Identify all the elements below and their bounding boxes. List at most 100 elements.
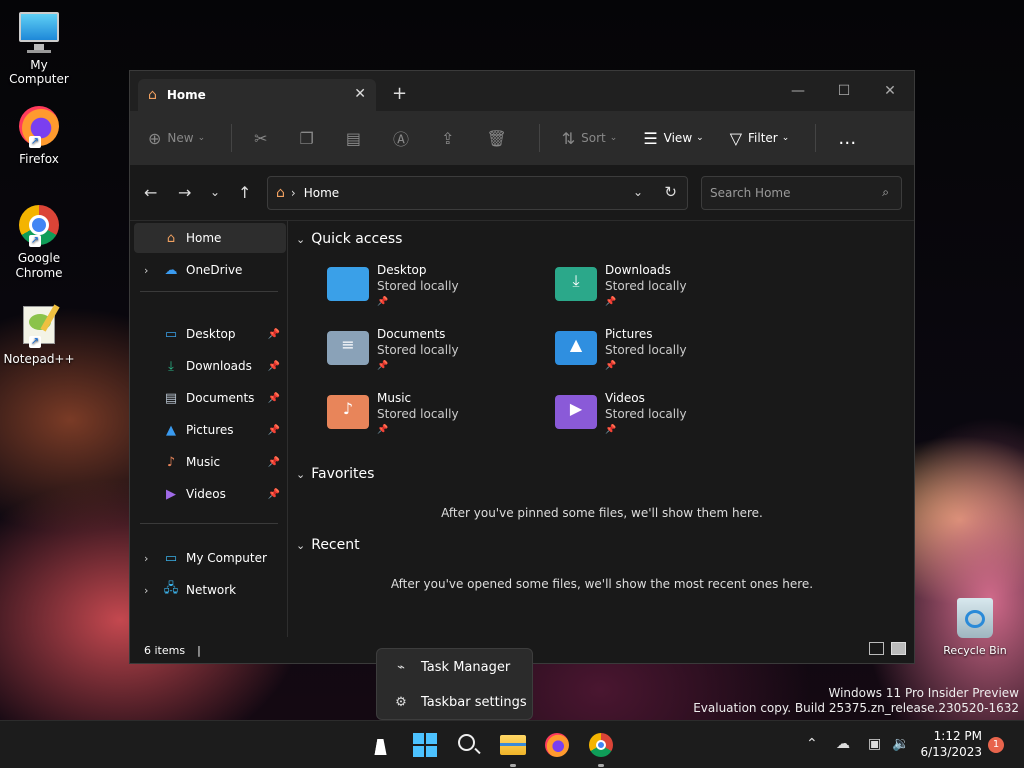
quick-access-music[interactable]: ♪ Music Stored locally 📌: [327, 391, 547, 447]
running-indicator: [510, 764, 516, 767]
sidebar-item-music[interactable]: ♪ Music 📌: [134, 447, 286, 477]
cut-button[interactable]: ✂: [254, 129, 273, 148]
new-button[interactable]: ⊕ New ⌄: [148, 129, 205, 148]
section-quick-access[interactable]: ⌄ Quick access: [296, 231, 402, 247]
network-icon: 🖧: [163, 581, 179, 596]
folder-name: Documents: [377, 327, 446, 341]
chevron-right-icon[interactable]: ›: [144, 584, 148, 597]
sidebar-item-home[interactable]: ⌂ Home: [134, 223, 286, 253]
shortcut-arrow-icon: ↗: [29, 136, 41, 148]
pin-icon[interactable]: 📌: [268, 457, 280, 468]
rename-button[interactable]: Ⓐ: [393, 126, 415, 150]
search-box[interactable]: ⌕: [701, 176, 902, 210]
rename-icon: Ⓐ: [393, 130, 410, 149]
start-button[interactable]: [411, 731, 439, 759]
view-button[interactable]: ☰ View ⌄: [643, 129, 703, 148]
tiles-view-icon[interactable]: [891, 642, 906, 655]
menu-item-task-manager[interactable]: ⌁ Task Manager: [377, 652, 532, 682]
tab-home[interactable]: ⌂ Home ✕: [138, 79, 376, 111]
onedrive-offline-icon[interactable]: ☁: [836, 736, 850, 752]
refresh-icon[interactable]: ↻: [664, 183, 677, 201]
quick-access-desktop[interactable]: Desktop Stored locally 📌: [327, 263, 547, 319]
close-tab-icon[interactable]: ✕: [354, 86, 366, 102]
sidebar-item-label: Pictures: [186, 423, 234, 437]
clock[interactable]: 1:12 PM 6/13/2023: [920, 728, 982, 760]
breadcrumb-home[interactable]: Home: [304, 186, 339, 200]
up-button[interactable]: ↑: [238, 183, 251, 202]
pin-icon: 📌: [605, 361, 617, 371]
pin-icon[interactable]: 📌: [268, 425, 280, 436]
more-options-button[interactable]: …: [838, 128, 862, 149]
sidebar-item-label: Network: [186, 583, 237, 597]
recent-locations-button[interactable]: ⌄: [210, 185, 220, 199]
sidebar-item-desktop[interactable]: ▭ Desktop 📌: [134, 319, 286, 349]
sidebar-item-label: Music: [186, 455, 221, 469]
menu-item-taskbar-settings[interactable]: ⚙ Taskbar settings: [377, 687, 532, 717]
quick-access-documents[interactable]: ≡ Documents Stored locally 📌: [327, 327, 547, 383]
quick-access-videos[interactable]: ▶ Videos Stored locally 📌: [555, 391, 775, 447]
sidebar-item-documents[interactable]: ▤ Documents 📌: [134, 383, 286, 413]
sidebar-item-label: Home: [186, 231, 222, 245]
quick-access-downloads[interactable]: ⤓ Downloads Stored locally 📌: [555, 263, 775, 319]
delete-button[interactable]: 🗑: [486, 129, 512, 148]
close-window-button[interactable]: ✕: [870, 77, 910, 105]
sidebar-item-onedrive[interactable]: › ☁ OneDrive: [134, 255, 286, 285]
details-view-icon[interactable]: [869, 642, 884, 655]
paste-button[interactable]: ▤: [346, 129, 367, 148]
maximize-button[interactable]: ☐: [824, 77, 864, 105]
sidebar-item-videos[interactable]: ▶ Videos 📌: [134, 479, 286, 509]
filter-button[interactable]: ▽ Filter ⌄: [730, 129, 790, 148]
address-bar[interactable]: ⌂ › Home ⌄ ↻: [267, 176, 688, 210]
taskbar-firefox[interactable]: [543, 731, 571, 759]
sidebar-item-my-computer[interactable]: › ▭ My Computer: [134, 543, 286, 573]
sidebar-item-label: Documents: [186, 391, 255, 405]
volume-icon[interactable]: 🔉: [892, 736, 909, 752]
pin-icon[interactable]: 📌: [268, 329, 280, 340]
desktop-icon-label: Recycle Bin: [943, 644, 1007, 657]
copy-button[interactable]: ❐: [300, 129, 320, 148]
network-icon[interactable]: ▣: [868, 736, 881, 752]
desktop-icon-recycle-bin[interactable]: Recycle Bin: [942, 598, 1008, 657]
pin-icon[interactable]: 📌: [268, 393, 280, 404]
chevron-right-icon[interactable]: ›: [144, 264, 148, 277]
search-input[interactable]: [702, 177, 872, 209]
chevron-down-icon: ⌄: [296, 467, 306, 481]
folder-location: Stored locally: [605, 343, 687, 357]
sidebar-item-network[interactable]: › 🖧 Network: [134, 575, 286, 605]
pin-icon[interactable]: 📌: [268, 361, 280, 372]
sort-button[interactable]: ⇅ Sort ⌄: [562, 129, 618, 148]
picture-icon: ▲: [166, 422, 176, 438]
share-button[interactable]: ⇪: [441, 129, 460, 148]
search-button[interactable]: [455, 731, 483, 759]
quick-access-pictures[interactable]: ▲ Pictures Stored locally 📌: [555, 327, 775, 383]
pin-icon: 📌: [605, 297, 617, 307]
section-recent[interactable]: ⌄ Recent: [296, 537, 360, 553]
taskbar-file-explorer[interactable]: [499, 731, 527, 767]
address-dropdown-icon[interactable]: ⌄: [633, 185, 643, 199]
folder-name: Desktop: [377, 263, 427, 277]
desktop-icon-google-chrome[interactable]: ↗ Google Chrome: [2, 203, 76, 281]
menu-item-label: Taskbar settings: [421, 694, 527, 710]
sidebar-item-downloads[interactable]: ⤓ Downloads 📌: [134, 351, 286, 381]
desktop-icon-my-computer[interactable]: My Computer: [2, 10, 76, 86]
minimize-button[interactable]: —: [778, 77, 818, 105]
back-button[interactable]: ←: [144, 183, 157, 202]
section-favorites[interactable]: ⌄ Favorites: [296, 466, 374, 482]
desktop-icon-firefox[interactable]: ↗ Firefox: [2, 104, 76, 166]
chrome-icon: ↗: [17, 203, 61, 247]
desktop-folder-icon: ▭: [164, 326, 178, 342]
desktop-icon-notepadpp[interactable]: ↗ Notepad++: [2, 304, 76, 366]
shortcut-arrow-icon: ↗: [29, 336, 41, 348]
sidebar-item-pictures[interactable]: ▲ Pictures 📌: [134, 415, 286, 445]
chevron-right-icon[interactable]: ›: [144, 552, 148, 565]
notification-badge[interactable]: 1: [988, 737, 1004, 753]
pin-icon[interactable]: 📌: [268, 489, 280, 500]
firefox-icon: [545, 733, 569, 757]
forward-button[interactable]: →: [178, 183, 191, 202]
show-hidden-icons-button[interactable]: ⌃: [806, 736, 818, 752]
taskbar-chrome[interactable]: [587, 731, 615, 767]
new-tab-button[interactable]: +: [392, 83, 407, 104]
home-icon: ⌂: [276, 185, 285, 201]
download-arrow-icon: ⤓: [572, 271, 580, 290]
chevron-right-icon: ›: [290, 186, 296, 200]
